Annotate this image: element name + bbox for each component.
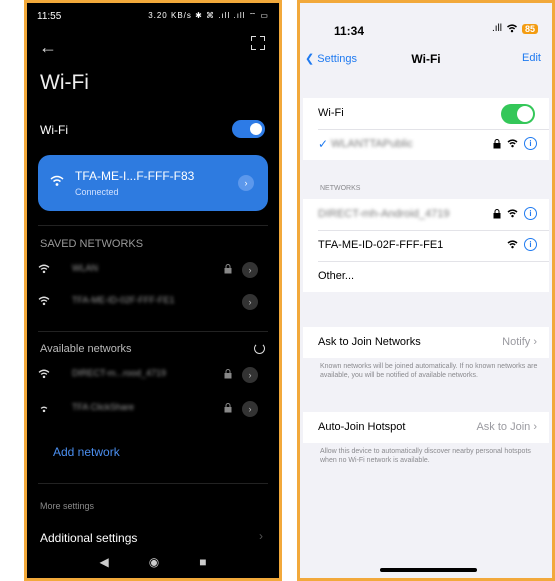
divider bbox=[38, 225, 268, 226]
android-status-time: 11:55 bbox=[37, 10, 62, 22]
nav-back-icon[interactable]: ◀ bbox=[100, 555, 109, 569]
networks-header: NETWORKS bbox=[320, 185, 361, 192]
divider bbox=[38, 483, 268, 484]
network-name: TFA-ME-ID-02F-FFF-FE1 bbox=[318, 239, 444, 251]
network-name: DIRECT-mh-Android_4719 bbox=[318, 208, 450, 220]
android-screen: 11:55 3.20 KB/s ✱ ⌘ .ıll .ıll ⌔ ▭ ← Wi-F… bbox=[24, 0, 282, 581]
info-icon[interactable]: i bbox=[524, 207, 537, 220]
auto-join-card: Auto-Join Hotspot Ask to Join › bbox=[303, 412, 549, 443]
lock-icon bbox=[493, 208, 501, 218]
wifi-card: Wi-Fi ✓ WLANTTAPublic i bbox=[303, 98, 549, 160]
back-arrow-icon[interactable]: ← bbox=[39, 37, 57, 58]
back-label: Settings bbox=[317, 53, 358, 65]
wifi-icon bbox=[40, 406, 48, 413]
lock-icon bbox=[493, 138, 501, 148]
connected-network-card[interactable]: TFA-ME-I...F-FFF-F83 Connected › bbox=[38, 155, 268, 211]
auto-join-label: Auto-Join Hotspot bbox=[318, 421, 406, 433]
checkmark-icon: ✓ bbox=[318, 137, 329, 151]
available-network-name: TFA ClickShare bbox=[72, 402, 135, 412]
add-network-link[interactable]: Add network bbox=[53, 445, 120, 459]
available-network-item[interactable]: TFA ClickShare › bbox=[38, 397, 268, 421]
wifi-toggle[interactable] bbox=[232, 120, 265, 138]
additional-settings-item[interactable]: Additional settings bbox=[40, 531, 137, 545]
other-network-label: Other... bbox=[318, 270, 355, 282]
auto-join-note: Allow this device to automatically disco… bbox=[320, 448, 531, 464]
ask-join-value: Notify bbox=[502, 336, 531, 348]
wifi-icon bbox=[507, 240, 518, 249]
back-button[interactable]: ❮ Settings bbox=[305, 52, 357, 65]
info-icon[interactable]: i bbox=[524, 137, 537, 150]
refresh-icon[interactable] bbox=[254, 343, 265, 354]
android-status-bar: 11:55 3.20 KB/s ✱ ⌘ .ıll .ıll ⌔ ▭ bbox=[37, 9, 269, 23]
wifi-toggle-row: Wi-Fi bbox=[303, 98, 549, 129]
wifi-toggle-label: Wi-Fi bbox=[318, 107, 344, 119]
network-row[interactable]: TFA-ME-ID-02F-FFF-FE1 i bbox=[303, 230, 549, 261]
ios-screen: 11:34 .ıll 85 Wi-Fi ❮ Settings Edit Wi-F… bbox=[297, 0, 555, 581]
wifi-icon bbox=[507, 209, 518, 218]
battery-icon: 85 bbox=[521, 23, 538, 34]
connected-network-name: TFA-ME-I...F-FFF-F83 bbox=[75, 169, 195, 183]
qr-scan-icon[interactable] bbox=[251, 36, 265, 50]
current-network-name: WLANTTAPublic bbox=[331, 138, 413, 150]
connected-status: Connected bbox=[75, 187, 119, 197]
wifi-icon bbox=[38, 296, 50, 306]
ios-status-indicators: .ıll 85 bbox=[492, 23, 538, 34]
wifi-icon bbox=[507, 139, 518, 148]
ios-status-time: 11:34 bbox=[334, 24, 365, 38]
ask-join-note: Known networks will be joined automatica… bbox=[320, 363, 538, 379]
more-settings-header: More settings bbox=[40, 501, 95, 511]
saved-network-name: TFA-ME-ID-02F-FFF-FE1 bbox=[72, 295, 175, 305]
android-nav-bar: ◀ ◉ ■ bbox=[27, 552, 279, 572]
wifi-toggle-label: Wi-Fi bbox=[40, 123, 68, 137]
ask-join-label: Ask to Join Networks bbox=[318, 336, 421, 348]
available-network-name: DIRECT-m...rood_4719 bbox=[72, 368, 167, 378]
ask-join-row[interactable]: Ask to Join Networks Notify › bbox=[303, 327, 549, 358]
wifi-icon bbox=[50, 175, 64, 186]
wifi-icon bbox=[507, 24, 517, 33]
available-network-item[interactable]: DIRECT-m...rood_4719 › bbox=[38, 363, 268, 387]
network-row[interactable]: DIRECT-mh-Android_4719 i bbox=[303, 199, 549, 230]
page-title: Wi-Fi bbox=[40, 71, 89, 94]
ask-join-card: Ask to Join Networks Notify › bbox=[303, 327, 549, 358]
other-network-row[interactable]: Other... bbox=[303, 261, 549, 292]
wifi-icon bbox=[38, 264, 50, 274]
divider bbox=[38, 331, 268, 332]
android-status-indicators: 3.20 KB/s ✱ ⌘ .ıll .ıll ⌔ ▭ bbox=[148, 11, 269, 20]
auto-join-row[interactable]: Auto-Join Hotspot Ask to Join › bbox=[303, 412, 549, 443]
chevron-right-icon: › bbox=[259, 529, 263, 543]
chevron-right-icon: › bbox=[533, 336, 537, 348]
chevron-left-icon: ❮ bbox=[305, 53, 315, 65]
info-icon[interactable]: i bbox=[524, 238, 537, 251]
nav-home-icon[interactable]: ◉ bbox=[149, 555, 159, 569]
home-indicator[interactable] bbox=[380, 568, 477, 572]
saved-network-item[interactable]: TFA-ME-ID-02F-FFF-FE1 › bbox=[38, 290, 268, 314]
current-network-row[interactable]: ✓ WLANTTAPublic i bbox=[303, 129, 549, 160]
lock-icon bbox=[224, 264, 232, 274]
nav-recents-icon[interactable]: ■ bbox=[199, 555, 206, 569]
signal-icon: .ıll bbox=[491, 23, 502, 34]
chevron-right-icon[interactable]: › bbox=[238, 175, 254, 191]
chevron-right-icon[interactable]: › bbox=[242, 262, 258, 278]
edit-button[interactable]: Edit bbox=[522, 52, 541, 64]
wifi-icon bbox=[38, 369, 50, 379]
lock-icon bbox=[224, 369, 232, 379]
networks-card: DIRECT-mh-Android_4719 i TFA-ME-ID-02F-F… bbox=[303, 199, 549, 292]
available-networks-header: Available networks bbox=[40, 343, 132, 355]
saved-network-name: WLAN bbox=[72, 263, 99, 273]
chevron-right-icon[interactable]: › bbox=[242, 367, 258, 383]
saved-network-item[interactable]: WLAN › bbox=[38, 258, 268, 282]
wifi-toggle[interactable] bbox=[501, 104, 535, 124]
chevron-right-icon[interactable]: › bbox=[242, 294, 258, 310]
auto-join-value: Ask to Join bbox=[476, 421, 531, 433]
saved-networks-header: SAVED NETWORKS bbox=[40, 238, 144, 250]
lock-icon bbox=[224, 403, 232, 413]
chevron-right-icon: › bbox=[533, 421, 537, 433]
chevron-right-icon[interactable]: › bbox=[242, 401, 258, 417]
